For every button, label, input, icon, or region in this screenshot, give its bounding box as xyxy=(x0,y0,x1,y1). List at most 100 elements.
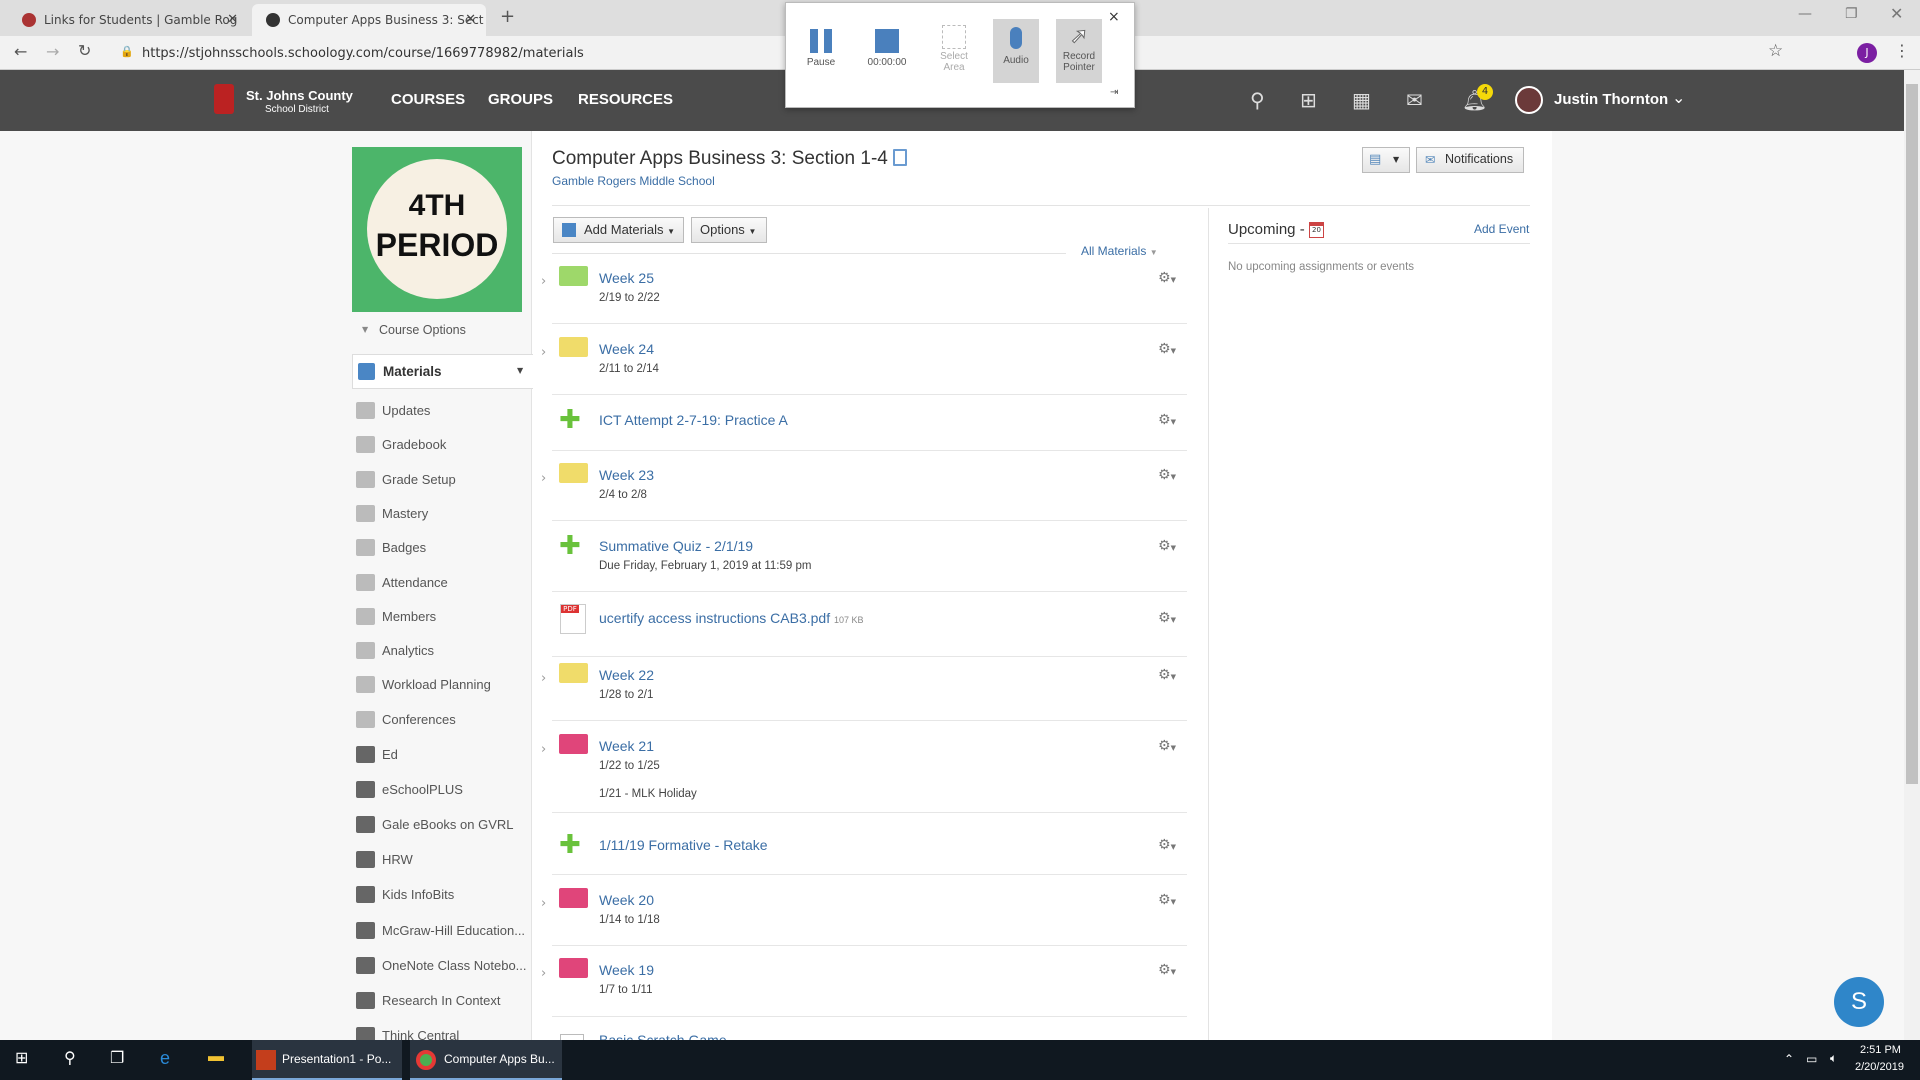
material-link[interactable]: Week 25 xyxy=(599,270,654,286)
material-title[interactable]: 1/11/19 Formative - Retake xyxy=(599,837,768,853)
gear-menu-icon[interactable]: ⚙▼ xyxy=(1158,892,1176,908)
mail-icon[interactable]: ✉ xyxy=(1406,88,1423,112)
close-window-button[interactable]: ✕ xyxy=(1890,4,1903,23)
material-link[interactable]: ICT Attempt 2-7-19: Practice A xyxy=(599,412,788,428)
material-link[interactable]: ucertify access instructions CAB3.pdf xyxy=(599,610,830,626)
back-icon[interactable]: ← xyxy=(14,42,27,61)
sidebar-item-eschoolplus[interactable]: eSchoolPLUS xyxy=(352,775,532,805)
sidebar-item-members[interactable]: Members xyxy=(352,602,532,632)
tray-chevron-icon[interactable]: ⌃ xyxy=(1784,1052,1794,1066)
record-pointer-toggle[interactable]: ➚ Record Pointer xyxy=(1056,19,1102,83)
nav-courses[interactable]: COURSES xyxy=(391,91,465,108)
new-tab-button[interactable]: + xyxy=(500,6,515,27)
material-link[interactable]: Week 23 xyxy=(599,467,654,483)
chat-button[interactable]: S xyxy=(1834,977,1884,1027)
edge-icon[interactable]: e xyxy=(160,1048,170,1069)
material-link[interactable]: Week 20 xyxy=(599,892,654,908)
view-toggle-button[interactable]: ▤ ▼ xyxy=(1362,147,1410,173)
sidebar-item-onenote-class-notebo[interactable]: OneNote Class Notebo... xyxy=(352,951,532,981)
forward-icon[interactable]: → xyxy=(46,42,59,61)
notifications-button[interactable]: ✉ Notifications xyxy=(1416,147,1525,173)
scrollbar-thumb[interactable] xyxy=(1906,84,1918,784)
material-link[interactable]: Week 21 xyxy=(599,738,654,754)
expand-chevron-icon[interactable]: › xyxy=(541,966,546,981)
expand-chevron-icon[interactable]: › xyxy=(541,742,546,757)
sidebar-item-mcgraw-hill-education[interactable]: McGraw-Hill Education... xyxy=(352,916,532,946)
material-link[interactable]: Week 24 xyxy=(599,341,654,357)
expand-chevron-icon[interactable]: › xyxy=(541,671,546,686)
windows-start-icon[interactable]: ⊞ xyxy=(15,1048,28,1068)
tab-links-for-students[interactable]: Links for Students | Gamble Rog ✕ xyxy=(8,4,248,36)
notebook-icon[interactable] xyxy=(893,149,907,166)
sidebar-item-mastery[interactable]: Mastery xyxy=(352,499,532,529)
pin-icon[interactable]: ⇥ xyxy=(1110,87,1118,98)
audio-toggle[interactable]: Audio xyxy=(993,19,1039,83)
sidebar-item-updates[interactable]: Updates xyxy=(352,396,532,426)
stop-button[interactable]: 00:00:00 xyxy=(864,19,910,83)
material-title[interactable]: Week 21 xyxy=(599,738,654,754)
sidebar-item-conferences[interactable]: Conferences xyxy=(352,705,532,735)
task-view-icon[interactable]: ❐ xyxy=(110,1048,124,1068)
taskbar-powerpoint[interactable]: Presentation1 - Po... xyxy=(252,1040,402,1080)
pause-button[interactable]: Pause xyxy=(798,19,844,83)
user-name[interactable]: Justin Thornton xyxy=(1554,91,1668,108)
search-icon[interactable]: ⚲ xyxy=(64,1048,76,1068)
gear-menu-icon[interactable]: ⚙▼ xyxy=(1158,962,1176,978)
scrollbar[interactable] xyxy=(1904,70,1920,1040)
close-recorder-icon[interactable]: × xyxy=(1108,9,1120,25)
sidebar-item-research-in-context[interactable]: Research In Context xyxy=(352,986,532,1016)
gear-menu-icon[interactable]: ⚙▼ xyxy=(1158,341,1176,357)
close-tab-icon[interactable]: ✕ xyxy=(465,12,476,27)
sidebar-item-ed[interactable]: Ed xyxy=(352,740,532,770)
close-tab-icon[interactable]: ✕ xyxy=(227,12,238,27)
sidebar-item-analytics[interactable]: Analytics xyxy=(352,636,532,666)
nav-groups[interactable]: GROUPS xyxy=(488,91,553,108)
select-area-button[interactable]: Select Area xyxy=(931,19,977,83)
volume-icon[interactable]: 🔈︎ xyxy=(1830,1051,1837,1066)
gear-menu-icon[interactable]: ⚙▼ xyxy=(1158,538,1176,554)
chevron-down-icon[interactable]: ⌄ xyxy=(1672,88,1685,107)
material-link[interactable]: Summative Quiz - 2/1/19 xyxy=(599,538,753,554)
district-name[interactable]: St. Johns County xyxy=(246,88,353,103)
expand-chevron-icon[interactable]: › xyxy=(541,471,546,486)
add-materials-button[interactable]: Add Materials ▼ xyxy=(553,217,685,243)
gear-menu-icon[interactable]: ⚙▼ xyxy=(1158,610,1176,626)
expand-chevron-icon[interactable]: › xyxy=(541,345,546,360)
file-explorer-icon[interactable]: ▬ xyxy=(208,1048,224,1066)
sidebar-item-gale-ebooks-on-gvrl[interactable]: Gale eBooks on GVRL xyxy=(352,810,532,840)
school-link[interactable]: Gamble Rogers Middle School xyxy=(552,174,715,188)
material-title[interactable]: Week 23 xyxy=(599,467,654,483)
sidebar-item-kids-infobits[interactable]: Kids InfoBits xyxy=(352,880,532,910)
gear-menu-icon[interactable]: ⚙▼ xyxy=(1158,412,1176,428)
reload-icon[interactable]: ↻ xyxy=(78,41,91,60)
nav-resources[interactable]: RESOURCES xyxy=(578,91,673,108)
material-title[interactable]: Week 24 xyxy=(599,341,654,357)
caret-down-icon[interactable]: ▼ xyxy=(517,366,523,375)
course-image[interactable]: 4TH PERIOD xyxy=(352,147,522,312)
clock-date[interactable]: 2/20/2019 xyxy=(1855,1061,1904,1073)
search-icon[interactable]: ⚲ xyxy=(1250,88,1265,112)
material-title[interactable]: Week 22 xyxy=(599,667,654,683)
course-options[interactable]: Course Options xyxy=(379,323,466,337)
sidebar-item-hrw[interactable]: HRW xyxy=(352,845,532,875)
add-event-link[interactable]: Add Event xyxy=(1474,222,1529,236)
gear-menu-icon[interactable]: ⚙▼ xyxy=(1158,467,1176,483)
material-title[interactable]: ucertify access instructions CAB3.pdf 10… xyxy=(599,610,864,626)
expand-chevron-icon[interactable]: › xyxy=(541,896,546,911)
sidebar-item-grade-setup[interactable]: Grade Setup xyxy=(352,465,532,495)
material-title[interactable]: Week 19 xyxy=(599,962,654,978)
material-title[interactable]: Week 20 xyxy=(599,892,654,908)
user-avatar[interactable] xyxy=(1515,86,1543,114)
material-title[interactable]: Week 25 xyxy=(599,270,654,286)
material-title[interactable]: Summative Quiz - 2/1/19 xyxy=(599,538,753,554)
bookmark-star-icon[interactable]: ☆ xyxy=(1768,41,1783,61)
sidebar-item-attendance[interactable]: Attendance xyxy=(352,568,532,598)
material-link[interactable]: Week 19 xyxy=(599,962,654,978)
gear-menu-icon[interactable]: ⚙▼ xyxy=(1158,270,1176,286)
material-link[interactable]: Week 22 xyxy=(599,667,654,683)
gear-menu-icon[interactable]: ⚙▼ xyxy=(1158,837,1176,853)
taskbar-chrome[interactable]: Computer Apps Bu... xyxy=(410,1040,562,1080)
tab-computer-apps[interactable]: Computer Apps Business 3: Sect ✕ xyxy=(252,4,486,36)
sidebar-item-materials[interactable]: Materials ▼ xyxy=(352,354,533,389)
sidebar-item-workload-planning[interactable]: Workload Planning xyxy=(352,670,532,700)
